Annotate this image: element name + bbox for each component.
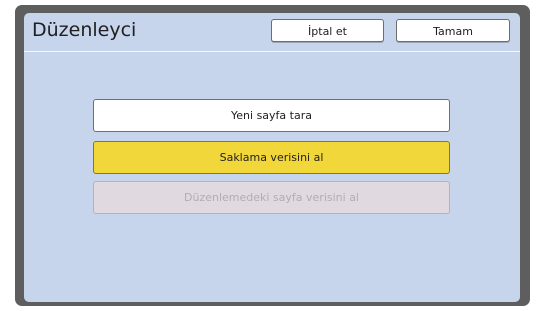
ok-button[interactable]: Tamam [396, 19, 510, 42]
editor-dialog: Düzenleyci İptal et Tamam Yeni sayfa tar… [24, 13, 520, 302]
scan-new-page-button[interactable]: Yeni sayfa tara [93, 99, 450, 132]
dialog-header: Düzenleyci İptal et Tamam [24, 13, 520, 52]
get-storage-data-button[interactable]: Saklama verisini al [93, 141, 450, 174]
get-editing-page-data-button: Düzenlemedeki sayfa verisini al [93, 181, 450, 214]
page-title: Düzenleyci [32, 19, 137, 41]
cancel-button[interactable]: İptal et [271, 19, 384, 42]
